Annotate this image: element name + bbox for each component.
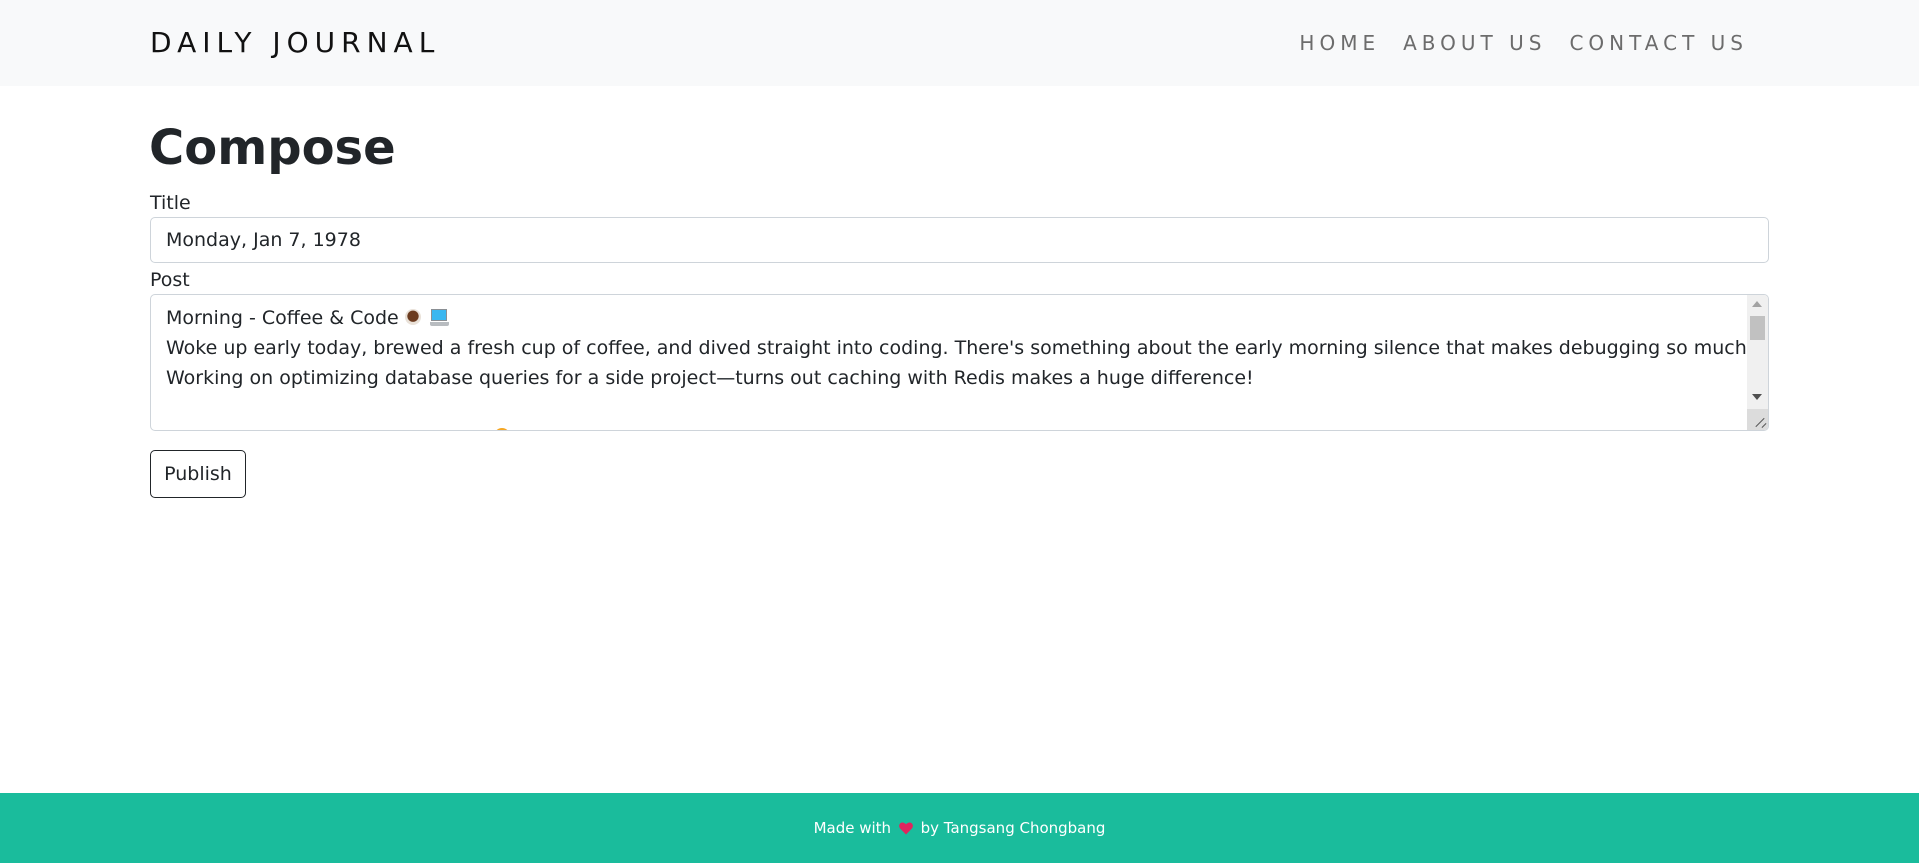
footer-credit: Made with by Tangsang Chongbang	[0, 818, 1919, 838]
post-label: Post	[150, 269, 190, 291]
navbar: DAILY JOURNAL HOME ABOUT US CONTACT US	[0, 0, 1919, 86]
scroll-down-arrow-icon[interactable]	[1752, 394, 1762, 400]
post-line: Morning - Coffee & Code	[166, 303, 1738, 333]
post-line: Woke up early today, brewed a fresh cup …	[166, 337, 1769, 359]
nav-link-home[interactable]: HOME	[1299, 30, 1380, 56]
nav-link-about-us[interactable]: ABOUT US	[1403, 30, 1546, 56]
nav-link-contact-us[interactable]: CONTACT US	[1569, 30, 1748, 56]
footer: Made with by Tangsang Chongbang	[0, 793, 1919, 863]
resize-handle-icon[interactable]	[1747, 409, 1768, 430]
partially-hidden-emoji-icon	[494, 428, 510, 430]
page-title: Compose	[149, 120, 396, 176]
post-textarea[interactable]: Morning - Coffee & Code Woke up early to…	[150, 294, 1769, 431]
title-label: Title	[150, 192, 191, 214]
coffee-icon	[404, 309, 421, 325]
footer-suffix: by Tangsang Chongbang	[920, 819, 1106, 837]
post-line-text: Morning - Coffee & Code	[166, 307, 399, 329]
post-line: Working on optimizing database queries f…	[166, 367, 1254, 389]
publish-button[interactable]: Publish	[150, 450, 246, 498]
scroll-thumb[interactable]	[1750, 316, 1765, 340]
brand-logo-link[interactable]: DAILY JOURNAL	[150, 25, 440, 61]
title-input[interactable]	[150, 217, 1769, 263]
laptop-icon	[429, 309, 449, 326]
footer-prefix: Made with	[813, 819, 892, 837]
heart-icon	[898, 822, 913, 835]
nav-links: HOME ABOUT US CONTACT US	[1299, 30, 1748, 56]
post-text: Morning - Coffee & Code Woke up early to…	[166, 303, 1769, 393]
scroll-up-arrow-icon[interactable]	[1752, 301, 1762, 307]
